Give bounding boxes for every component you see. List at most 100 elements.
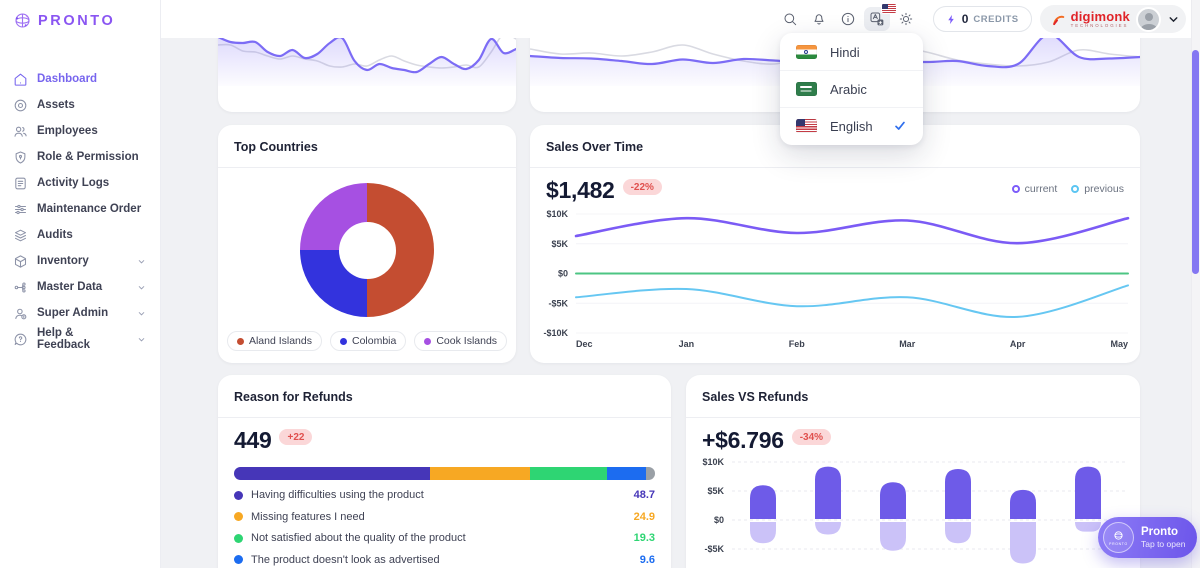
reason-row-the-product-doesn-t-look-as-advertised: The product doesn't look as advertised9.… [234, 549, 655, 568]
card-sales-vs-refunds: Sales VS Refunds +$6.796 -34% $10K$5K$0-… [686, 375, 1140, 568]
legend-previous[interactable]: previous [1071, 183, 1124, 195]
refunds-delta-badge: +22 [279, 429, 312, 445]
stackbar-segment-missing-features-i-need [430, 467, 530, 480]
us-flag-icon [796, 119, 817, 133]
sidebar-item-label: Inventory [37, 255, 89, 267]
chevron-down-icon [136, 308, 147, 319]
svg-text:Feb: Feb [789, 339, 806, 349]
sidebar-item-assets[interactable]: Assets [0, 92, 160, 118]
sidebar-item-label: Super Admin [37, 307, 108, 319]
svg-text:$10K: $10K [546, 209, 568, 219]
maintenance-icon [13, 202, 28, 217]
card-header: Sales VS Refunds [686, 375, 1140, 418]
reason-dot [234, 534, 243, 543]
bell-icon[interactable] [806, 7, 832, 31]
menu-item-label: Hindi [830, 45, 860, 60]
sidebar-item-label: Audits [37, 229, 73, 241]
card-title: Sales Over Time [546, 140, 643, 154]
credits-button[interactable]: 0 CREDITS [933, 6, 1032, 32]
sales-over-time-line-chart[interactable]: $10K$5K$0-$5K-$10KDecJanFebMarAprMay [530, 201, 1140, 353]
translate-icon[interactable] [864, 7, 890, 31]
svg-text:Apr: Apr [1010, 339, 1026, 349]
sidebar-item-dashboard[interactable]: Dashboard [0, 66, 160, 92]
logs-icon [13, 176, 28, 191]
stackbar-segment-not-satisfied-about-the-quality-of-the-product [530, 467, 608, 480]
menu-item-arabic[interactable]: Arabic [780, 70, 923, 107]
chevron-down-icon [136, 334, 147, 345]
sidebar-item-maintenance-order[interactable]: Maintenance Order [0, 196, 160, 222]
search-icon[interactable] [777, 7, 803, 31]
donut-hole [339, 222, 396, 279]
reason-dot [234, 555, 243, 564]
line-chart-legend: current previous [1012, 183, 1124, 195]
inventory-icon [13, 254, 28, 269]
reason-row-missing-features-i-need: Missing features I need24.9 [234, 506, 655, 528]
sidebar-nav: Dashboard Assets Employees Role & Permissio… [0, 66, 160, 352]
credits-label: CREDITS [973, 14, 1018, 25]
donut-legend-cook-islands[interactable]: Cook Islands [414, 331, 507, 351]
pronto-chat-fab[interactable]: PRONTO Pronto Tap to open [1098, 517, 1197, 558]
sidebar-item-label: Employees [37, 125, 98, 137]
partner-pill[interactable]: digimonk TECHNOLOGIES [1040, 5, 1186, 33]
reason-label: Missing features I need [251, 511, 365, 523]
pronto-fab-logo: PRONTO [1103, 522, 1134, 553]
legend-label: previous [1084, 183, 1124, 195]
donut-legend-colombia[interactable]: Colombia [330, 331, 406, 351]
theme-icon[interactable] [893, 7, 919, 31]
sidebar-item-activity-logs[interactable]: Activity Logs [0, 170, 160, 196]
card-top-countries: Top Countries Aland IslandsColombiaCook … [218, 125, 516, 363]
chevron-down-icon[interactable] [1167, 13, 1180, 26]
svg-text:$0: $0 [714, 515, 724, 525]
svg-text:-$10K: -$10K [543, 328, 568, 338]
sales-vs-refunds-delta-badge: -34% [792, 429, 831, 445]
sidebar-item-help-feedback[interactable]: Help & Feedback [0, 326, 160, 352]
menu-item-hindi[interactable]: Hindi [780, 34, 923, 70]
reason-label: Not satisfied about the quality of the p… [251, 532, 466, 544]
reason-value: 48.7 [634, 489, 655, 501]
brand-name: PRONTO [38, 13, 115, 29]
credits-count: 0 [962, 12, 969, 26]
admin-icon [13, 306, 28, 321]
refund-reasons-legend: Having difficulties using the product48.… [234, 484, 655, 568]
legend-label: Aland Islands [249, 335, 312, 347]
refund-reasons-stacked-bar [234, 467, 655, 480]
svg-text:$0: $0 [558, 269, 568, 279]
sidebar-item-master-data[interactable]: Master Data [0, 274, 160, 300]
brand-logo[interactable]: PRONTO [0, 0, 160, 30]
reason-value: 19.3 [634, 532, 655, 544]
card-reason-for-refunds: Reason for Refunds 449 +22 Having diffic… [218, 375, 671, 568]
svg-text:Mar: Mar [899, 339, 916, 349]
reason-dot [234, 512, 243, 521]
sidebar-item-role-permission[interactable]: Role & Permission [0, 144, 160, 170]
card-title: Sales VS Refunds [702, 390, 808, 404]
top-countries-donut-chart[interactable] [300, 183, 434, 317]
avatar[interactable] [1136, 7, 1161, 32]
stackbar-segment-the-product-doesn-t-look-as-advertised [607, 467, 646, 480]
stackbar-segment-having-difficulties-using-the-product [234, 467, 430, 480]
sa-flag-icon [796, 82, 817, 96]
partner-logo: digimonk TECHNOLOGIES [1071, 10, 1130, 28]
card-title: Reason for Refunds [234, 390, 353, 404]
scrollbar-thumb[interactable] [1192, 50, 1199, 274]
legend-label: Cook Islands [436, 335, 497, 347]
svg-text:Dec: Dec [576, 339, 593, 349]
legend-dot [237, 338, 244, 345]
sidebar-item-inventory[interactable]: Inventory [0, 248, 160, 274]
donut-legend-aland-islands[interactable]: Aland Islands [227, 331, 322, 351]
check-icon [893, 119, 907, 133]
sidebar: PRONTO Dashboard Assets Employees Role & Pe… [0, 0, 161, 568]
sidebar-item-label: Assets [37, 99, 75, 111]
scrollbar-track[interactable] [1191, 0, 1200, 568]
sidebar-item-audits[interactable]: Audits [0, 222, 160, 248]
menu-item-english[interactable]: English [780, 107, 923, 144]
sidebar-item-employees[interactable]: Employees [0, 118, 160, 144]
sidebar-item-super-admin[interactable]: Super Admin [0, 300, 160, 326]
menu-item-label: English [830, 119, 873, 134]
sales-over-time-delta-badge: -22% [623, 179, 662, 195]
info-icon[interactable] [835, 7, 861, 31]
donut-legend: Aland Islands Colombia Cook Islands [218, 331, 516, 351]
legend-dot [424, 338, 431, 345]
sidebar-item-label: Master Data [37, 281, 102, 293]
legend-current[interactable]: current [1012, 183, 1058, 195]
sales-vs-refunds-bar-chart[interactable]: $10K$5K$0-$5K [686, 447, 1140, 568]
